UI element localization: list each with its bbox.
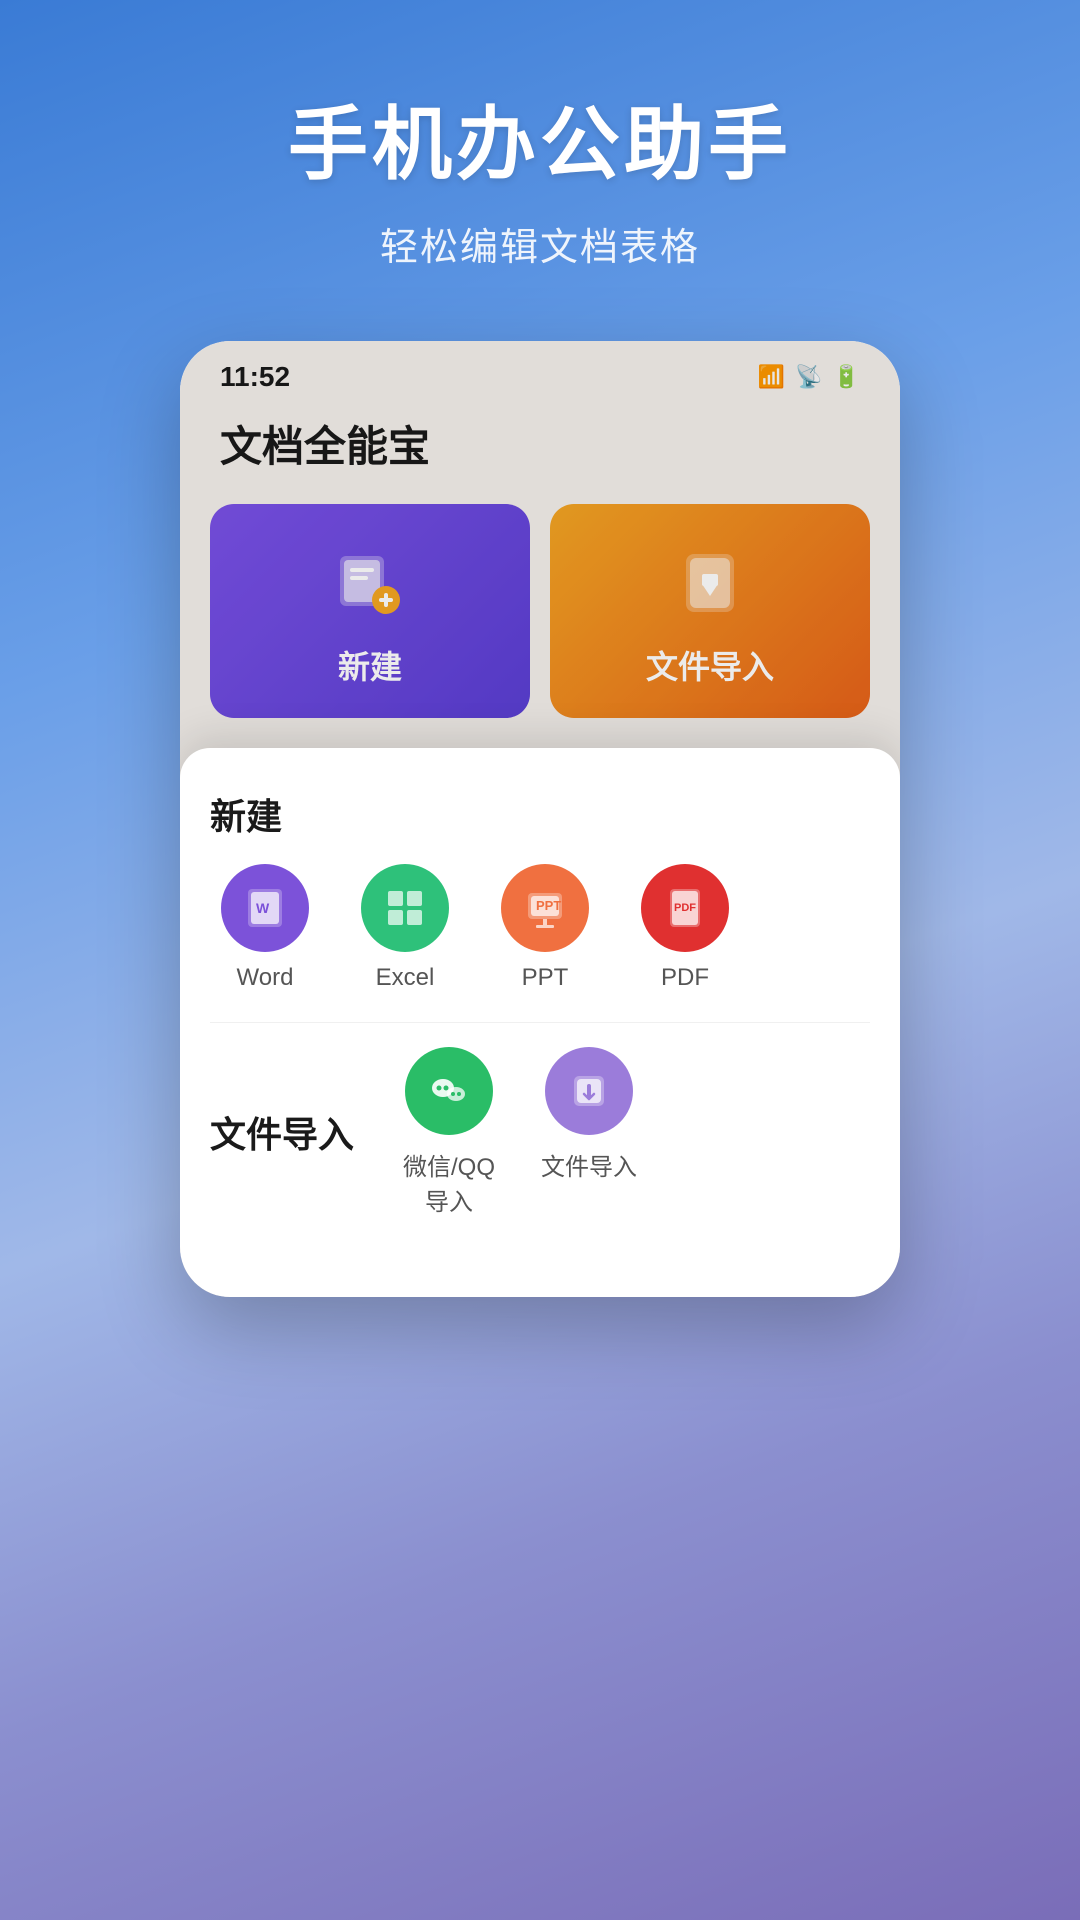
file-import-label: 文件导入 — [541, 1147, 637, 1182]
ppt-icon: PPT — [501, 864, 589, 952]
popup-overlay: 新建 W Word — [180, 341, 900, 1297]
popup-import-section: 文件导入 — [210, 1047, 870, 1217]
popup-pdf[interactable]: PDF PDF — [630, 864, 740, 992]
popup-new-title: 新建 — [210, 788, 870, 840]
header-section: 手机办公助手 轻松编辑文档表格 — [0, 0, 1080, 311]
wechat-label: 微信/QQ导入 — [394, 1147, 504, 1217]
popup-sheet: 新建 W Word — [180, 748, 900, 1297]
popup-divider — [210, 1022, 870, 1023]
popup-new-icons: W Word — [210, 864, 870, 992]
word-label: Word — [237, 964, 294, 992]
popup-import-title: 文件导入 — [210, 1106, 354, 1158]
phone-mockup: 11:52 📶 📡 🔋 文档全能宝 新建 — [180, 341, 900, 1297]
popup-excel[interactable]: Excel — [350, 864, 460, 992]
popup-ppt[interactable]: PPT PPT — [490, 864, 600, 992]
wechat-icon — [405, 1047, 493, 1135]
word-icon: W — [221, 864, 309, 952]
popup-file-import[interactable]: 文件导入 — [534, 1047, 644, 1217]
popup-word[interactable]: W Word — [210, 864, 320, 992]
excel-label: Excel — [376, 964, 435, 992]
popup-wechat[interactable]: 微信/QQ导入 — [394, 1047, 504, 1217]
svg-text:PDF: PDF — [674, 902, 696, 914]
popup-import-icons: 微信/QQ导入 文件导入 — [394, 1047, 644, 1217]
file-import-icon — [545, 1047, 633, 1135]
popup-new-section: 新建 W Word — [210, 788, 870, 992]
ppt-label: PPT — [522, 964, 569, 992]
main-subtitle: 轻松编辑文档表格 — [60, 216, 1020, 271]
pdf-icon: PDF — [641, 864, 729, 952]
excel-icon — [361, 864, 449, 952]
main-title: 手机办公助手 — [60, 80, 1020, 196]
svg-text:PPT: PPT — [536, 898, 561, 913]
pdf-label: PDF — [661, 964, 709, 992]
svg-text:W: W — [256, 900, 270, 916]
